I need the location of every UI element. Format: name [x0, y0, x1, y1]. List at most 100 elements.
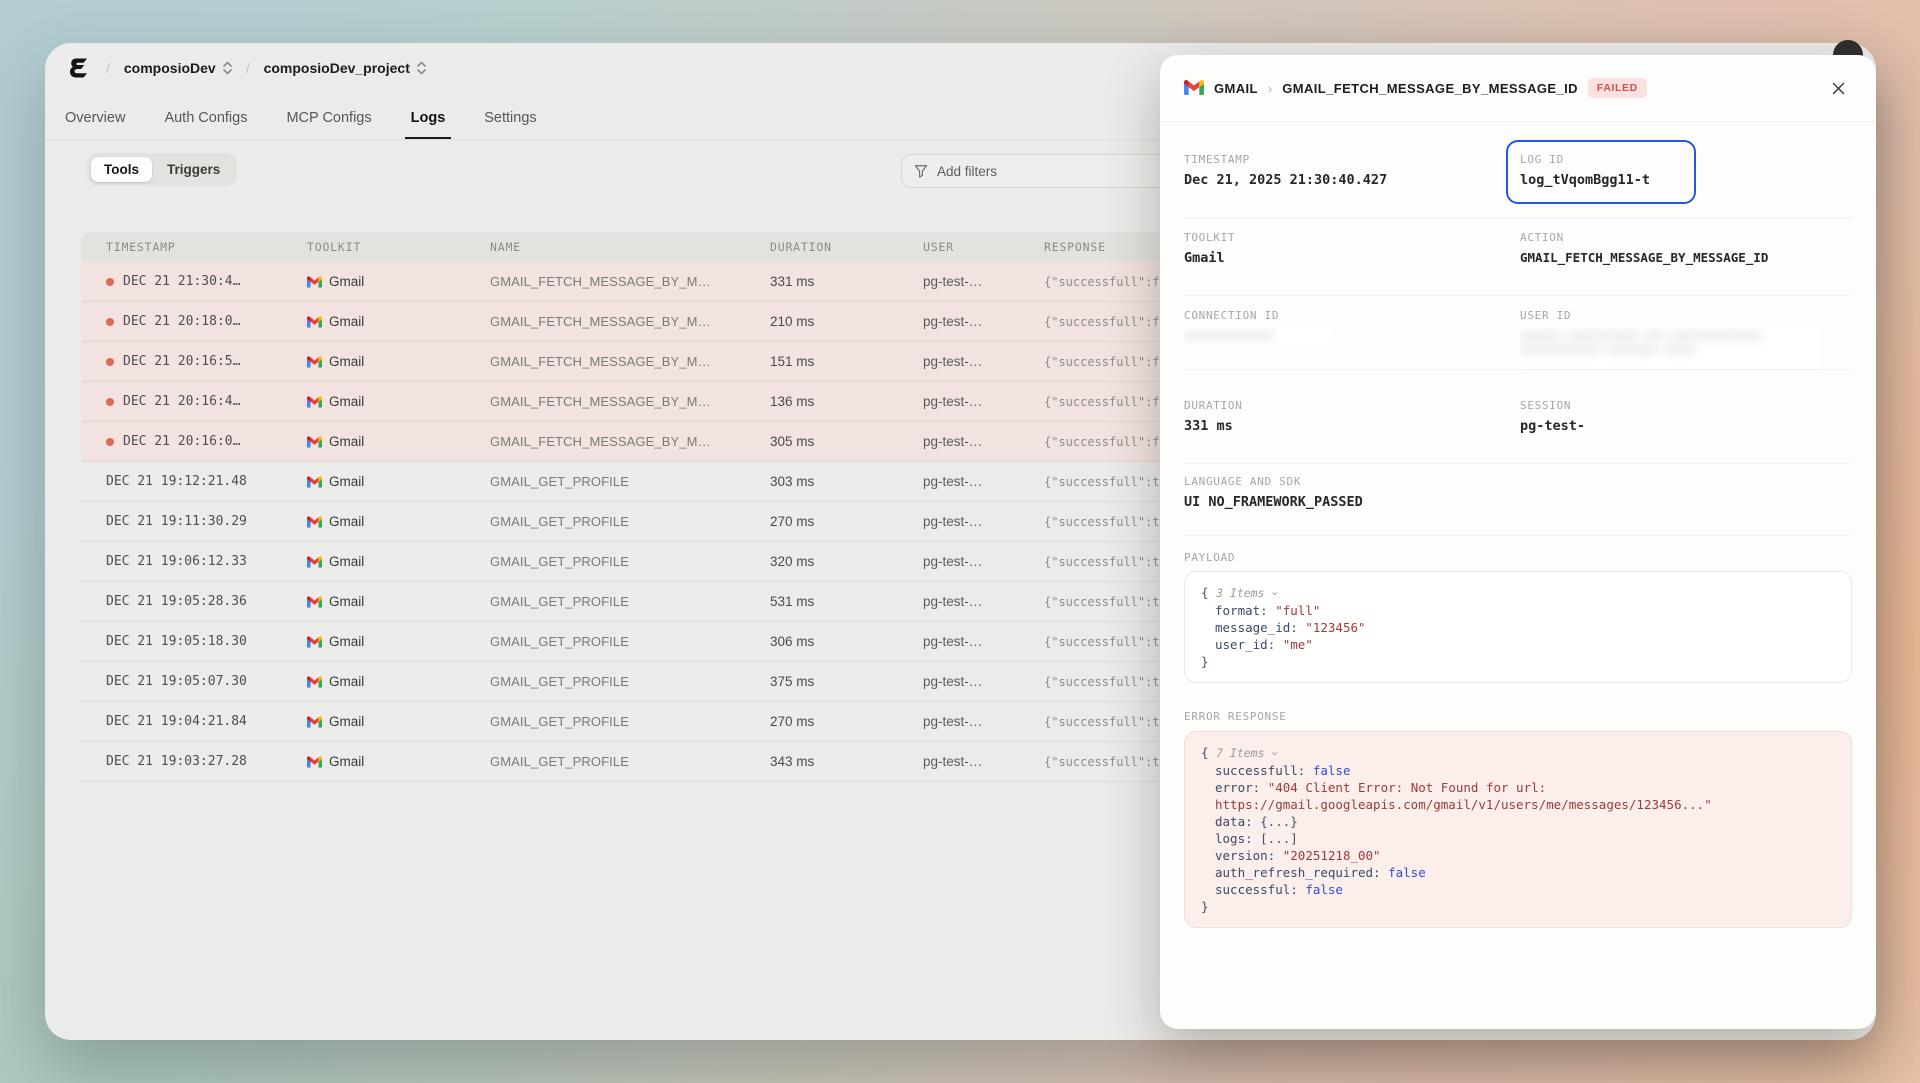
row-duration: 306 ms — [745, 634, 898, 649]
field-value: UI NO_FRAMEWORK_PASSED — [1184, 494, 1684, 510]
composio-logo-icon — [67, 55, 94, 82]
filter-funnel-icon — [914, 164, 928, 178]
field-value: GMAIL_FETCH_MESSAGE_BY_MESSAGE_ID — [1520, 250, 1860, 265]
row-action-name: GMAIL_FETCH_MESSAGE_BY_M… — [465, 394, 745, 409]
row-action-name: GMAIL_GET_PROFILE — [465, 474, 745, 489]
gmail-icon — [307, 756, 322, 768]
row-timestamp: DEC 21 19:05:18.30 — [106, 634, 247, 649]
gmail-icon — [307, 396, 322, 408]
gmail-icon — [307, 676, 322, 688]
row-toolkit: Gmail — [329, 274, 364, 289]
items-collapse-toggle[interactable]: › — [1267, 750, 1284, 757]
breadcrumb-org-selector[interactable]: composioDev — [122, 56, 234, 80]
toggle-triggers[interactable]: Triggers — [154, 157, 233, 182]
row-timestamp: DEC 21 19:05:28.36 — [106, 594, 247, 609]
tab-auth-configs[interactable]: Auth Configs — [162, 110, 249, 139]
close-panel-button[interactable] — [1825, 80, 1852, 97]
field-label: TOOLKIT — [1184, 231, 1494, 244]
row-toolkit: Gmail — [329, 634, 364, 649]
row-action-name: GMAIL_GET_PROFILE — [465, 674, 745, 689]
breadcrumb-project-selector[interactable]: composioDev_project — [262, 56, 428, 80]
row-duration: 320 ms — [745, 554, 898, 569]
failed-status-dot — [106, 278, 114, 286]
gmail-icon — [1184, 80, 1204, 96]
row-duration: 531 ms — [745, 594, 898, 609]
row-user: pg-test-… — [898, 394, 1019, 409]
field-user-id: USER ID ■■■■ ■■■■■■■ ■■ ■■■■■■■■■ ■■■■■■… — [1520, 309, 1830, 374]
gmail-icon — [307, 276, 322, 288]
row-action-name: GMAIL_GET_PROFILE — [465, 634, 745, 649]
failed-status-dot — [106, 398, 114, 406]
row-toolkit: Gmail — [329, 554, 364, 569]
divider — [1184, 369, 1852, 370]
row-timestamp: DEC 21 21:30:4… — [123, 274, 240, 289]
gmail-icon — [307, 476, 322, 488]
row-duration: 270 ms — [745, 514, 898, 529]
items-collapse-toggle[interactable]: › — [1267, 590, 1284, 597]
row-toolkit: Gmail — [329, 594, 364, 609]
tab-overview[interactable]: Overview — [63, 110, 127, 139]
gmail-icon — [307, 596, 322, 608]
row-toolkit: Gmail — [329, 674, 364, 689]
field-language-sdk: LANGUAGE AND SDK UI NO_FRAMEWORK_PASSED — [1184, 475, 1684, 510]
status-badge: FAILED — [1588, 78, 1647, 98]
gmail-icon — [307, 316, 322, 328]
payload-json-viewer: { 3 Items ›format: "full"message_id: "12… — [1184, 571, 1852, 683]
row-duration: 303 ms — [745, 474, 898, 489]
row-toolkit: Gmail — [329, 314, 364, 329]
field-label: TIMESTAMP — [1184, 153, 1494, 166]
field-label: LANGUAGE AND SDK — [1184, 475, 1684, 488]
breadcrumb-chevron-icon: › — [1268, 81, 1272, 96]
failed-status-dot — [106, 358, 114, 366]
tab-mcp-configs[interactable]: MCP Configs — [284, 110, 373, 139]
row-user: pg-test-… — [898, 274, 1019, 289]
row-timestamp: DEC 21 20:16:5… — [123, 354, 240, 369]
tools-triggers-toggle: ToolsTriggers — [87, 153, 237, 186]
row-user: pg-test-… — [898, 554, 1019, 569]
gmail-icon — [307, 716, 322, 728]
row-timestamp: DEC 21 19:06:12.33 — [106, 554, 247, 569]
field-value: 331 ms — [1184, 418, 1494, 434]
row-toolkit: Gmail — [329, 394, 364, 409]
tab-logs[interactable]: Logs — [409, 110, 448, 139]
field-label: SESSION — [1520, 399, 1830, 412]
row-toolkit: Gmail — [329, 354, 364, 369]
gmail-icon — [307, 436, 322, 448]
field-label: LOG ID — [1520, 153, 1830, 166]
field-value: Dec 21, 2025 21:30:40.427 — [1184, 172, 1494, 188]
row-toolkit: Gmail — [329, 514, 364, 529]
row-action-name: GMAIL_GET_PROFILE — [465, 514, 745, 529]
row-timestamp: DEC 21 20:16:4… — [123, 394, 240, 409]
row-user: pg-test-… — [898, 714, 1019, 729]
redacted-value: ■■■■ ■■■■■■■ ■■ ■■■■■■■■■ ■■■■■■■■ ■■■■■… — [1520, 328, 1820, 374]
row-duration: 136 ms — [745, 394, 898, 409]
row-action-name: GMAIL_GET_PROFILE — [465, 594, 745, 609]
items-collapse-toggle[interactable]: 3 Items — [1216, 586, 1271, 600]
field-value: log_tVqomBgg11-t — [1520, 172, 1830, 188]
items-collapse-toggle[interactable]: 7 Items — [1216, 746, 1271, 760]
field-toolkit: TOOLKIT Gmail — [1184, 231, 1494, 266]
row-timestamp: DEC 21 20:18:0… — [123, 314, 240, 329]
chevron-updown-icon — [417, 61, 426, 75]
row-user: pg-test-… — [898, 474, 1019, 489]
breadcrumb-org-label: composioDev — [124, 60, 216, 76]
row-toolkit: Gmail — [329, 434, 364, 449]
tab-settings[interactable]: Settings — [482, 110, 538, 139]
breadcrumb-project-label: composioDev_project — [264, 60, 410, 76]
row-duration: 210 ms — [745, 314, 898, 329]
panel-header: GMAIL › GMAIL_FETCH_MESSAGE_BY_MESSAGE_I… — [1160, 55, 1876, 122]
gmail-icon — [307, 636, 322, 648]
row-user: pg-test-… — [898, 634, 1019, 649]
field-value: Gmail — [1184, 250, 1494, 266]
column-header-name: NAME — [465, 240, 745, 254]
column-header-user: USER — [898, 240, 1019, 254]
field-duration: DURATION 331 ms — [1184, 399, 1494, 434]
row-duration: 375 ms — [745, 674, 898, 689]
row-user: pg-test-… — [898, 354, 1019, 369]
field-log-id: LOG ID log_tVqomBgg11-t — [1520, 153, 1830, 188]
row-duration: 151 ms — [745, 354, 898, 369]
row-user: pg-test-… — [898, 754, 1019, 769]
row-user: pg-test-… — [898, 514, 1019, 529]
row-timestamp: DEC 21 19:03:27.28 — [106, 754, 247, 769]
toggle-tools[interactable]: Tools — [91, 157, 152, 182]
